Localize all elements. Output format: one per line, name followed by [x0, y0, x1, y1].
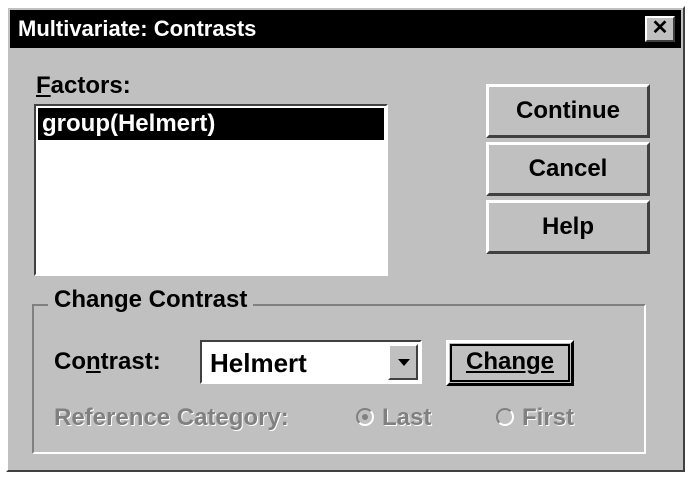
continue-button[interactable]: Continue — [486, 84, 650, 138]
radio-last-label[interactable]: Last — [382, 404, 431, 432]
close-button[interactable]: ✕ — [645, 16, 675, 42]
change-button-label: Change — [465, 348, 554, 375]
contrast-label-post: trast: — [100, 348, 161, 375]
contrast-label-mnemonic: n — [86, 348, 101, 375]
radio-first-label[interactable]: First — [522, 404, 574, 432]
factors-label: Factors: — [36, 72, 131, 100]
radio-last[interactable] — [356, 408, 374, 426]
reference-category-label: Reference Category: — [54, 404, 289, 431]
contrast-dropdown[interactable]: Helmert — [200, 340, 422, 384]
close-icon: ✕ — [651, 17, 669, 39]
factors-label-mnemonic: F — [36, 72, 51, 99]
title-bar[interactable]: Multivariate: Contrasts ✕ — [10, 10, 681, 48]
change-contrast-title: Change Contrast — [48, 286, 254, 314]
radio-first[interactable] — [496, 408, 514, 426]
contrast-label-pre: Co — [54, 348, 86, 375]
contrast-label: Contrast: — [54, 348, 161, 376]
chevron-down-icon[interactable] — [388, 344, 418, 380]
help-button[interactable]: Help — [486, 200, 650, 254]
contrast-dropdown-value: Helmert — [210, 348, 307, 378]
list-item[interactable]: group(Helmert) — [38, 108, 384, 140]
change-button[interactable]: Change — [446, 340, 574, 386]
dialog-title: Multivariate: Contrasts — [18, 16, 257, 41]
factors-listbox[interactable]: group(Helmert) — [34, 104, 388, 276]
factors-label-text: actors: — [50, 72, 131, 99]
cancel-button[interactable]: Cancel — [486, 142, 650, 196]
